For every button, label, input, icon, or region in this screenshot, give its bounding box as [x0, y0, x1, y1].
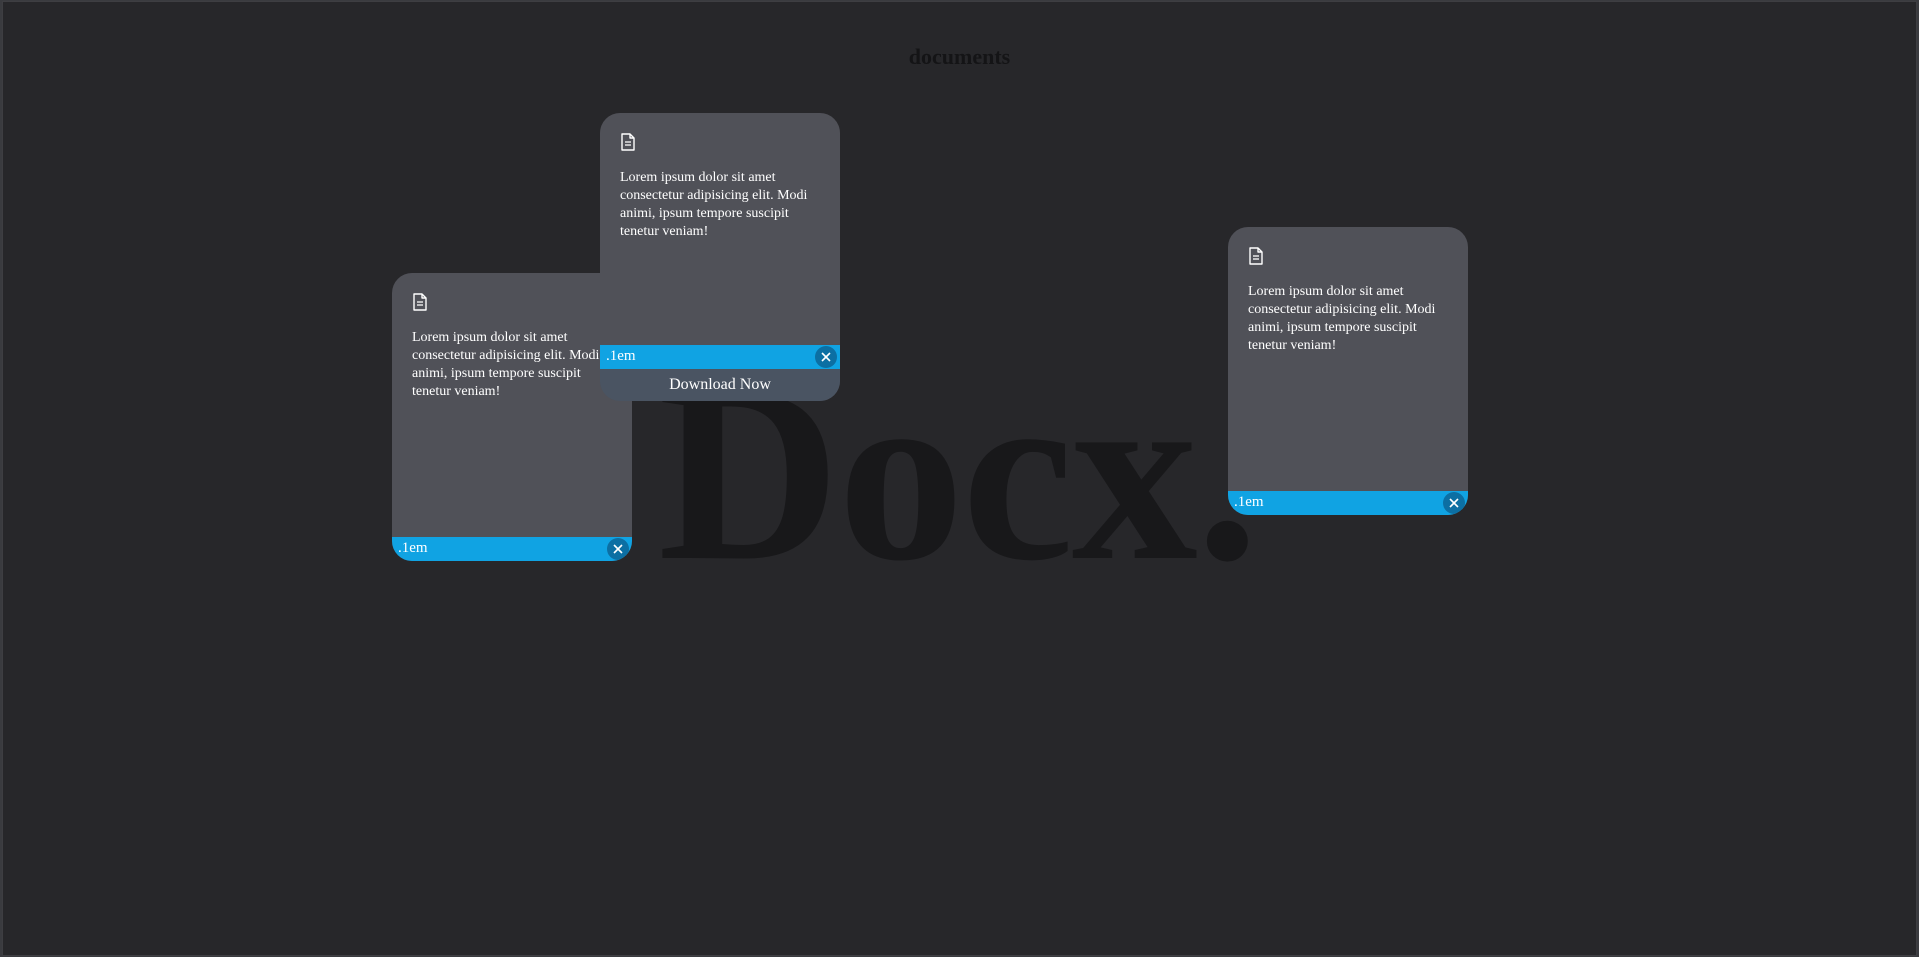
file-size-label: .1em — [1234, 494, 1264, 510]
document-card[interactable]: Lorem ipsum dolor sit amet consectetur a… — [392, 273, 632, 561]
page-title: documents — [908, 44, 1011, 69]
card-description: Lorem ipsum dolor sit amet consectetur a… — [620, 170, 808, 239]
close-button[interactable] — [815, 346, 837, 368]
close-button[interactable] — [607, 538, 629, 560]
card-description: Lorem ipsum dolor sit amet consectetur a… — [1248, 284, 1436, 353]
close-icon — [613, 544, 623, 554]
card-footer: .1em — [600, 345, 840, 369]
app-window: documents Docx. Lorem ipsum dolor sit am… — [2, 1, 1917, 956]
close-icon — [821, 352, 831, 362]
document-icon — [621, 133, 635, 151]
card-footer: .1em — [392, 537, 632, 561]
document-card[interactable]: Lorem ipsum dolor sit amet consectetur a… — [600, 113, 840, 401]
close-button[interactable] — [1443, 492, 1465, 514]
card-footer: .1em — [1228, 491, 1468, 515]
file-size-label: .1em — [398, 540, 428, 556]
download-button[interactable]: Download Now — [600, 369, 840, 401]
document-icon — [413, 293, 427, 311]
document-icon — [1249, 247, 1263, 265]
card-description: Lorem ipsum dolor sit amet consectetur a… — [412, 330, 600, 399]
file-size-label: .1em — [606, 348, 636, 364]
close-icon — [1449, 498, 1459, 508]
document-card[interactable]: Lorem ipsum dolor sit amet consectetur a… — [1228, 227, 1468, 515]
